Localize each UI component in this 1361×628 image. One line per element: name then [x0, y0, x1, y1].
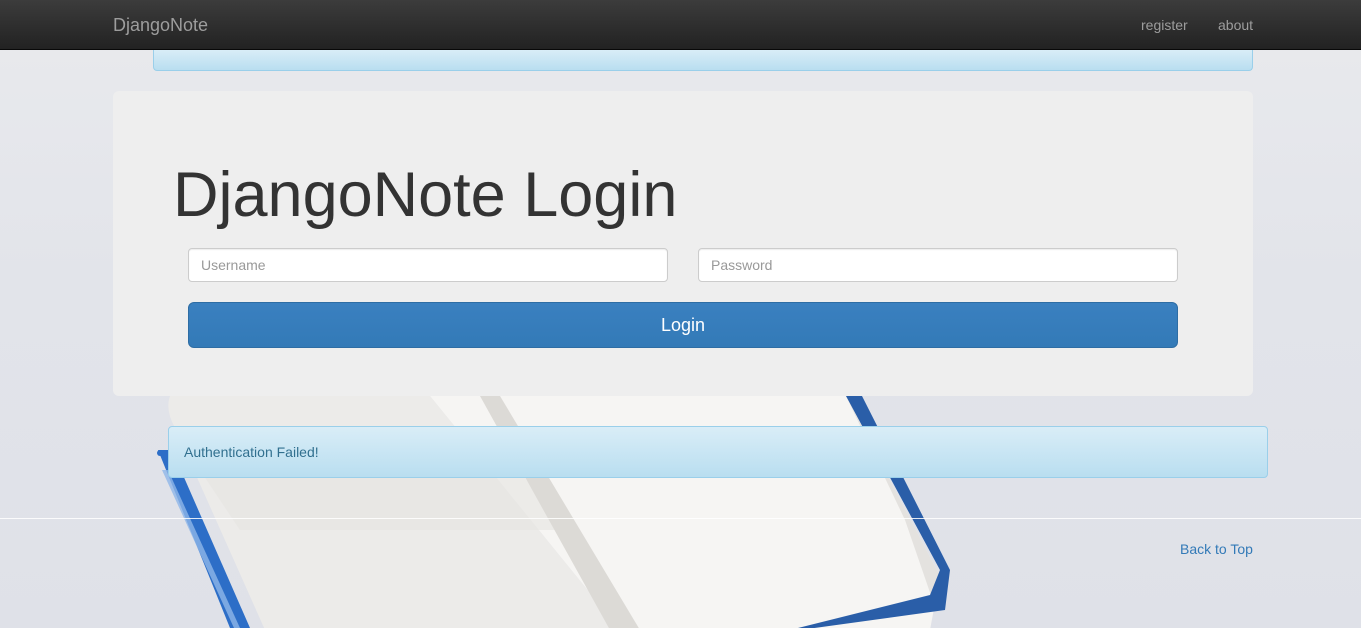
login-button[interactable]: Login — [188, 302, 1178, 348]
nav-link-about[interactable]: about — [1218, 16, 1253, 34]
page-title: DjangoNote Login — [173, 160, 678, 230]
footer-divider — [0, 518, 1361, 519]
username-input[interactable] — [188, 248, 668, 282]
back-to-top-link[interactable]: Back to Top — [1180, 541, 1253, 557]
nav-link-register[interactable]: register — [1141, 16, 1188, 34]
login-panel: DjangoNote Login Login — [113, 91, 1253, 396]
navbar: DjangoNote register about — [0, 0, 1361, 50]
error-alert: Authentication Failed! — [168, 426, 1268, 478]
navbar-brand[interactable]: DjangoNote — [113, 15, 208, 35]
info-alert-empty — [153, 50, 1253, 71]
password-input[interactable] — [698, 248, 1178, 282]
